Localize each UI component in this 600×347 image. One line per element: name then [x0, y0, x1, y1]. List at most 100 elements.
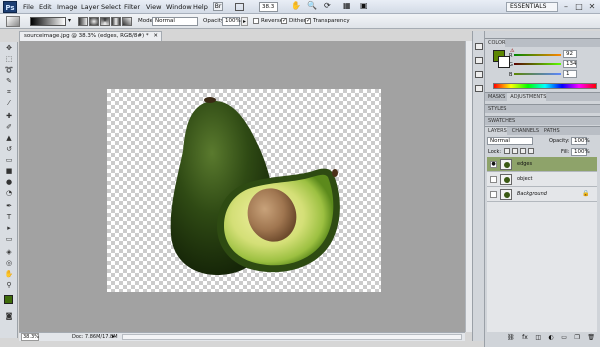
g-slider[interactable]	[514, 63, 561, 65]
tab-color[interactable]: COLOR	[485, 39, 506, 48]
color-spectrum-bar[interactable]	[493, 83, 597, 89]
screen-mode-icon[interactable]	[235, 3, 244, 11]
menu-view[interactable]: View	[146, 3, 161, 11]
layer-row[interactable]: Background 🔒	[487, 187, 597, 202]
healing-brush-tool-icon[interactable]: ✚	[4, 112, 14, 121]
menu-layer[interactable]: Layer	[81, 3, 99, 11]
g-channel-label: G	[509, 62, 513, 68]
tab-masks[interactable]: MASKS	[485, 93, 505, 102]
3d-orbit-tool-icon[interactable]: ◎	[4, 259, 14, 268]
visibility-toggle-icon[interactable]	[490, 176, 497, 183]
tab-layers[interactable]: LAYERS	[485, 127, 507, 136]
status-menu-arrow-icon[interactable]: ▸	[112, 333, 115, 341]
lasso-tool-icon[interactable]: ➰	[4, 66, 14, 75]
b-slider[interactable]	[514, 73, 561, 75]
gradient-tool-icon[interactable]: ■	[4, 167, 14, 176]
r-slider[interactable]	[514, 54, 561, 56]
zoom-tool-icon[interactable]: ⚲	[4, 281, 14, 290]
layer-opacity-field[interactable]: 100%	[571, 137, 590, 145]
new-group-icon[interactable]: ▭	[561, 334, 567, 343]
b-value-field[interactable]: 1	[563, 70, 577, 78]
opacity-slider-arrow-icon[interactable]: ▸	[241, 17, 248, 26]
restore-button[interactable]: □	[573, 2, 585, 12]
brush-tool-icon[interactable]: ✐	[4, 123, 14, 132]
tab-channels[interactable]: CHANNELS	[509, 127, 539, 136]
dodge-tool-icon[interactable]: ◔	[4, 189, 14, 198]
visibility-eye-icon[interactable]: ●	[490, 161, 497, 168]
link-layers-icon[interactable]: ⛓	[507, 334, 515, 343]
blend-mode-select[interactable]: Normal	[487, 137, 533, 145]
gradient-tool-icon[interactable]	[6, 16, 20, 27]
gradient-type-buttons[interactable]	[78, 17, 132, 26]
character-panel-icon[interactable]	[475, 85, 483, 92]
document-tab[interactable]: sourceimage.jpg @ 38.3% (edges, RGB/8#) …	[19, 31, 162, 41]
layer-row[interactable]: ● edges	[487, 157, 597, 172]
history-panel-icon[interactable]	[475, 43, 483, 50]
menu-edit[interactable]: Edit	[39, 3, 52, 11]
quick-selection-tool-icon[interactable]: ✎	[4, 77, 14, 86]
zoom-status-field[interactable]: 38.3%	[21, 333, 39, 341]
new-adjustment-layer-icon[interactable]: ◐	[549, 334, 554, 343]
layer-row[interactable]: object	[487, 172, 597, 187]
rotate-view-icon[interactable]: ⟳	[324, 1, 331, 10]
eraser-tool-icon[interactable]: ▭	[4, 156, 14, 165]
add-mask-icon[interactable]: ◫	[535, 334, 541, 343]
tab-styles[interactable]: STYLES	[485, 105, 506, 114]
vertical-scrollbar[interactable]	[465, 41, 472, 332]
workspace-switcher[interactable]: ESSENTIALS	[506, 2, 558, 12]
notes-panel-icon[interactable]	[475, 71, 483, 78]
image-canvas[interactable]	[107, 89, 381, 292]
zoom-tool-icon[interactable]: 🔍	[307, 1, 317, 10]
menu-filter[interactable]: Filter	[124, 3, 140, 11]
3d-rotate-tool-icon[interactable]: ◈	[4, 248, 14, 257]
minimize-button[interactable]: –	[560, 2, 572, 12]
menu-image[interactable]: Image	[57, 3, 77, 11]
arrange-documents-icon[interactable]: ▦	[343, 1, 351, 10]
reverse-checkbox[interactable]	[253, 18, 259, 24]
clone-stamp-tool-icon[interactable]: ▲	[4, 134, 14, 143]
properties-panel-icon[interactable]	[475, 57, 483, 64]
history-brush-tool-icon[interactable]: ↺	[4, 145, 14, 154]
close-tab-icon[interactable]: ✕	[153, 32, 158, 41]
fill-field[interactable]: 100%	[571, 148, 590, 156]
zoom-level-field[interactable]: 38.3	[259, 2, 278, 12]
path-selection-tool-icon[interactable]: ▸	[4, 224, 14, 233]
type-tool-icon[interactable]: T	[4, 213, 14, 222]
foreground-color-swatch[interactable]	[4, 295, 13, 304]
lock-buttons[interactable]	[504, 148, 538, 155]
eyedropper-tool-icon[interactable]: ⁄	[4, 99, 14, 108]
marquee-tool-icon[interactable]: ⬚	[4, 55, 14, 64]
r-value-field[interactable]: 92	[563, 50, 577, 58]
horizontal-scrollbar[interactable]	[122, 334, 462, 340]
mode-select[interactable]: Normal	[152, 17, 198, 26]
layer-style-icon[interactable]: fx	[522, 334, 528, 343]
move-tool-icon[interactable]: ✥	[4, 44, 14, 53]
transparency-checkbox[interactable]	[305, 17, 311, 24]
tab-swatches[interactable]: SWATCHES	[485, 117, 515, 126]
gradient-picker[interactable]	[30, 17, 66, 26]
gradient-dropdown-icon[interactable]: ▾	[68, 17, 71, 24]
menu-window[interactable]: Window	[166, 3, 192, 11]
screen-layout-icon[interactable]: ▣	[360, 1, 368, 10]
crop-tool-icon[interactable]: ⌗	[4, 88, 14, 97]
new-layer-icon[interactable]: ❐	[574, 334, 579, 343]
dither-checkbox[interactable]	[281, 17, 287, 24]
quick-mask-icon[interactable]: ◙	[4, 312, 14, 321]
pen-tool-icon[interactable]: ✒	[4, 202, 14, 211]
tab-adjustments[interactable]: ADJUSTMENTS	[507, 93, 547, 102]
blur-tool-icon[interactable]: ●	[4, 178, 14, 187]
close-button[interactable]: ✕	[586, 2, 598, 12]
menu-select[interactable]: Select	[101, 3, 121, 11]
menu-file[interactable]: File	[23, 3, 34, 11]
hand-tool-icon[interactable]: ✋	[291, 1, 301, 10]
layers-tabstrip: LAYERS CHANNELS PATHS	[485, 126, 600, 136]
hand-tool-icon[interactable]: ✋	[4, 270, 14, 279]
visibility-toggle-icon[interactable]	[490, 191, 497, 198]
bridge-icon[interactable]: Br	[213, 2, 223, 11]
menu-help[interactable]: Help	[193, 3, 208, 11]
tab-paths[interactable]: PATHS	[541, 127, 560, 136]
shape-tool-icon[interactable]: ▭	[4, 235, 14, 244]
delete-layer-icon[interactable]: 🗑	[587, 334, 595, 343]
opacity-field[interactable]: 100%	[222, 17, 241, 26]
g-value-field[interactable]: 134	[563, 60, 577, 68]
